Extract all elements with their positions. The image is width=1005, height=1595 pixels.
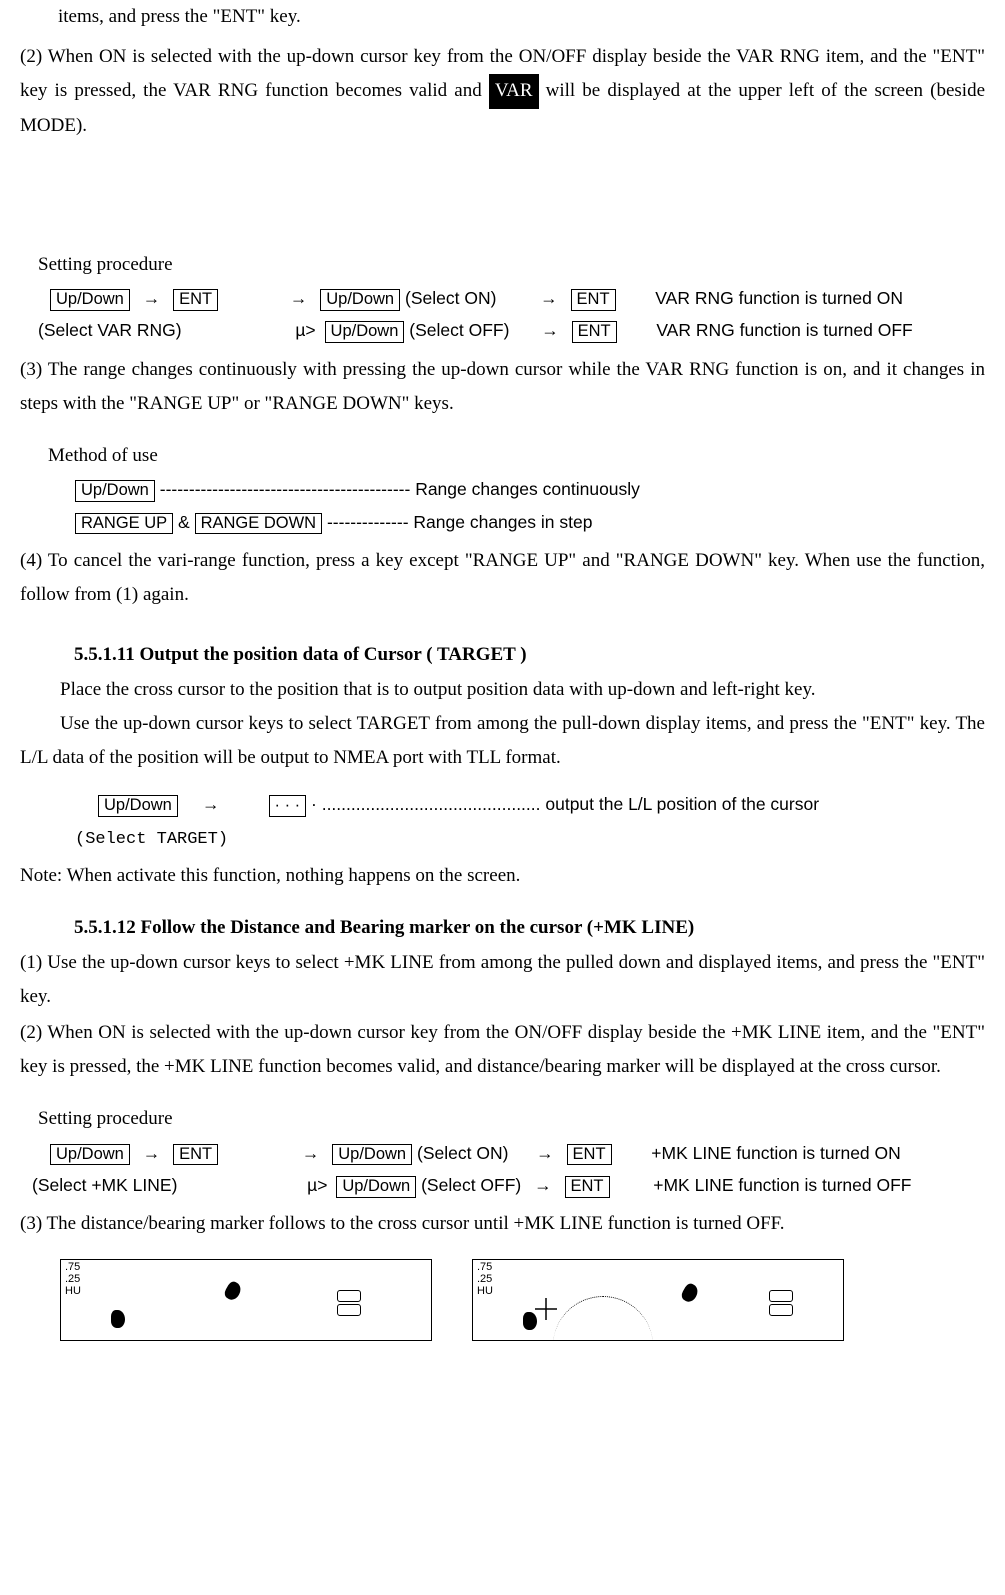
cross-cursor-icon xyxy=(535,1298,557,1320)
method-amp: & xyxy=(173,512,194,532)
heading-title: Follow the Distance and Bearing marker o… xyxy=(136,917,694,938)
method-row-1: Up/Down --------------------------------… xyxy=(75,473,985,506)
note-target: Note: When activate this function, nothi… xyxy=(20,859,985,893)
key-rangedown[interactable]: RANGE DOWN xyxy=(195,513,323,535)
key-updown[interactable]: Up/Down xyxy=(98,795,178,817)
key-ent[interactable]: ENT xyxy=(565,1176,610,1198)
key-ent[interactable]: ENT xyxy=(571,289,616,311)
key-updown[interactable]: Up/Down xyxy=(75,480,155,502)
target-procedure-row: Up/Down → · · · · ......................… xyxy=(98,789,985,821)
figure-box-1: .75 .25 HU xyxy=(60,1259,432,1341)
key-updown[interactable]: Up/Down xyxy=(50,289,130,311)
setting-procedure-var-row1: Up/Down → ENT → Up/Down (Select ON) → EN… xyxy=(50,282,985,315)
arrow-icon: → xyxy=(143,288,161,308)
arrow-icon: → xyxy=(541,320,559,340)
key-updown[interactable]: Up/Down xyxy=(332,1144,412,1166)
target-output-text: · ......................................… xyxy=(306,794,819,814)
heading-5-5-1-12: 5.5.1.12 Follow the Distance and Bearing… xyxy=(74,911,985,945)
arrow-icon: → xyxy=(302,1143,320,1163)
key-updown[interactable]: Up/Down xyxy=(50,1144,130,1166)
p-mkline-1: (1) Use the up-down cursor keys to selec… xyxy=(20,946,985,1014)
label-select-on: (Select ON) xyxy=(405,288,496,308)
p-mkline-2: (2) When ON is selected with the up-down… xyxy=(20,1016,985,1084)
branch-icon: µ> xyxy=(307,1175,327,1195)
method-text-2: -------------- Range changes in step xyxy=(322,512,592,532)
label-select-target: (Select TARGET) xyxy=(75,825,985,856)
setting-procedure-var-row2: (Select VAR RNG) µ> Up/Down (Select OFF)… xyxy=(38,315,985,347)
mini-boxes-icon xyxy=(337,1290,361,1316)
dots-arc-icon xyxy=(553,1296,653,1341)
key-ent[interactable]: ENT xyxy=(173,1144,218,1166)
key-ent[interactable]: ENT xyxy=(567,1144,612,1166)
method-row-2: RANGE UP & RANGE DOWN -------------- Ran… xyxy=(75,507,985,539)
setting-procedure-header-2: Setting procedure xyxy=(38,1102,985,1136)
p-target-place-cursor: Place the cross cursor to the position t… xyxy=(40,673,985,707)
result-var-on: VAR RNG function is turned ON xyxy=(655,288,903,308)
result-mk-on: +MK LINE function is turned ON xyxy=(651,1143,901,1163)
figure-corner-text: .75 .25 HU xyxy=(65,1262,81,1297)
blob-icon xyxy=(222,1280,243,1303)
arrow-icon: → xyxy=(536,1143,554,1163)
key-ent[interactable]: ENT xyxy=(572,321,617,343)
setting-procedure-mk-row2: (Select +MK LINE) µ> Up/Down (Select OFF… xyxy=(32,1170,985,1202)
result-mk-off: +MK LINE function is turned OFF xyxy=(653,1175,911,1195)
arrow-icon: → xyxy=(540,288,558,308)
p-target-use-updown: Use the up-down cursor keys to select TA… xyxy=(20,707,985,775)
heading-5-5-1-11: 5.5.1.11 Output the position data of Cur… xyxy=(74,638,985,672)
page: items, and press the "ENT" key. (2) When… xyxy=(0,0,1005,1341)
method-text-1: ----------------------------------------… xyxy=(155,479,640,499)
key-updown[interactable]: Up/Down xyxy=(325,321,405,343)
key-updown[interactable]: Up/Down xyxy=(336,1176,416,1198)
heading-number: 5.5.1.12 xyxy=(74,917,136,938)
setting-procedure-header-1: Setting procedure xyxy=(38,248,985,282)
arrow-icon: → xyxy=(143,1143,161,1163)
heading-title: Output the position data of Cursor ( TAR… xyxy=(135,644,527,665)
figure-box-2: .75 .25 HU xyxy=(472,1259,844,1341)
key-updown[interactable]: Up/Down xyxy=(320,289,400,311)
branch-icon: µ> xyxy=(295,320,315,340)
blob-icon xyxy=(111,1310,125,1328)
blob-icon xyxy=(679,1282,700,1305)
p4-cancel-vari-range: (4) To cancel the vari-range function, p… xyxy=(20,544,985,612)
figure-row: .75 .25 HU .75 .25 HU xyxy=(60,1259,985,1341)
key-rangeup[interactable]: RANGE UP xyxy=(75,513,173,535)
p-mkline-3: (3) The distance/bearing marker follows … xyxy=(20,1207,985,1241)
label-select-off: (Select OFF) xyxy=(421,1175,521,1195)
label-select-mk-line: (Select +MK LINE) xyxy=(32,1175,177,1195)
mini-boxes-icon xyxy=(769,1290,793,1316)
p-items-press-ent: items, and press the "ENT" key. xyxy=(58,0,985,34)
blob-icon xyxy=(523,1312,537,1330)
arrow-icon: → xyxy=(290,288,308,308)
arrow-icon: → xyxy=(191,789,231,821)
setting-procedure-mk-row1: Up/Down → ENT → Up/Down (Select ON) → EN… xyxy=(50,1137,985,1170)
result-var-off: VAR RNG function is turned OFF xyxy=(656,320,912,340)
method-of-use-header: Method of use xyxy=(48,439,985,473)
label-select-var-rng: (Select VAR RNG) xyxy=(38,320,182,340)
label-select-on: (Select ON) xyxy=(417,1143,508,1163)
p-var-rng-on-desc: (2) When ON is selected with the up-down… xyxy=(20,40,985,143)
arrow-icon: → xyxy=(534,1175,552,1195)
var-badge: VAR xyxy=(489,74,539,108)
label-select-off: (Select OFF) xyxy=(409,320,509,340)
key-ent[interactable]: ENT xyxy=(173,289,218,311)
figure-corner-text: .75 .25 HU xyxy=(477,1262,493,1297)
key-dots[interactable]: · · · xyxy=(269,795,307,817)
heading-number: 5.5.1.11 xyxy=(74,644,135,665)
p3-range-changes: (3) The range changes continuously with … xyxy=(20,353,985,421)
